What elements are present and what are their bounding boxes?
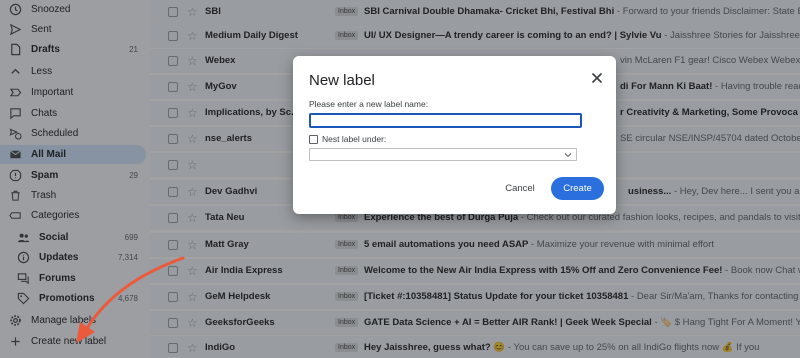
cancel-button[interactable]: Cancel: [496, 177, 544, 200]
label-name-input[interactable]: [309, 113, 582, 128]
create-button[interactable]: Create: [551, 177, 604, 200]
nest-label-checkbox[interactable]: [309, 134, 318, 144]
close-icon[interactable]: [589, 70, 605, 86]
nest-label-row: Nest label under:: [309, 134, 386, 144]
parent-label-select[interactable]: [309, 148, 577, 161]
chevron-down-icon: [564, 153, 572, 158]
nest-label-text: Nest label under:: [322, 134, 387, 144]
new-label-dialog: New label Please enter a new label name:…: [293, 56, 616, 214]
label-name-prompt: Please enter a new label name:: [309, 99, 429, 109]
dialog-title: New label: [309, 72, 375, 89]
